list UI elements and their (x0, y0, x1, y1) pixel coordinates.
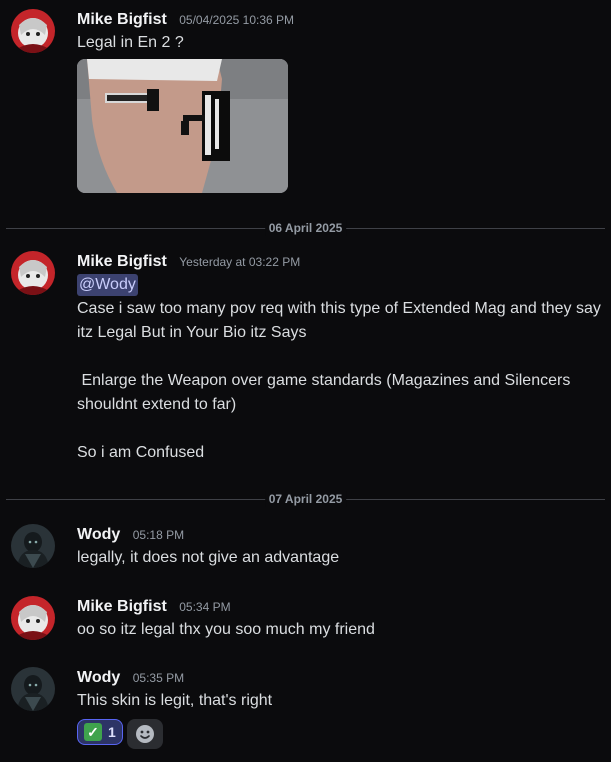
message-text: oo so itz legal thx you soo much my frie… (77, 621, 375, 638)
avatar-image (11, 251, 55, 295)
author-name[interactable]: Wody (77, 526, 120, 543)
avatar-image (11, 667, 55, 711)
message-text: So i am Confused (77, 444, 205, 461)
message-text: Case i saw too many pov req with this ty… (77, 300, 606, 341)
date-divider: 07 April 2025 (6, 491, 605, 507)
avatar-mike-bigfist[interactable] (11, 9, 55, 53)
message-text: Legal in En 2 ? (77, 34, 184, 51)
reaction-check-mark[interactable]: ✓ 1 (77, 719, 123, 745)
timestamp[interactable]: 05:34 PM (179, 600, 230, 614)
image-attachment[interactable] (77, 59, 288, 193)
check-mark-button-icon: ✓ (84, 723, 102, 741)
divider-date: 07 April 2025 (264, 491, 347, 507)
divider-date: 06 April 2025 (264, 220, 347, 236)
message-text: This skin is legit, that's right (77, 692, 273, 709)
reaction-count: 1 (108, 724, 116, 740)
author-name[interactable]: Mike Bigfist (77, 11, 167, 28)
attachment-image (77, 59, 288, 193)
avatar-image (11, 9, 55, 53)
author-name[interactable]: Mike Bigfist (77, 598, 167, 615)
timestamp[interactable]: 05:35 PM (133, 671, 184, 685)
avatar-mike-bigfist[interactable] (11, 251, 55, 295)
timestamp[interactable]: 05/04/2025 10:36 PM (179, 13, 294, 27)
user-mention[interactable]: @Wody (77, 274, 138, 296)
message-text: Enlarge the Weapon over game standards (… (77, 372, 575, 413)
avatar-wody[interactable] (11, 524, 55, 568)
date-divider: 06 April 2025 (6, 220, 605, 236)
author-name[interactable]: Mike Bigfist (77, 253, 167, 270)
smiley-icon (135, 725, 154, 743)
timestamp[interactable]: 05:18 PM (133, 528, 184, 542)
add-reaction-button[interactable] (126, 719, 163, 749)
reactions-bar: ✓ 1 (77, 719, 601, 749)
chat-log: Mike Bigfist 05/04/2025 10:36 PM Legal i… (0, 0, 611, 762)
timestamp[interactable]: Yesterday at 03:22 PM (179, 255, 300, 269)
avatar-mike-bigfist[interactable] (11, 596, 55, 640)
avatar-image (11, 524, 55, 568)
message-text: legally, it does not give an advantage (77, 549, 340, 566)
avatar-wody[interactable] (11, 667, 55, 711)
message-mention-line: @Wody (77, 273, 601, 297)
avatar-image (11, 596, 55, 640)
author-name[interactable]: Wody (77, 669, 120, 686)
